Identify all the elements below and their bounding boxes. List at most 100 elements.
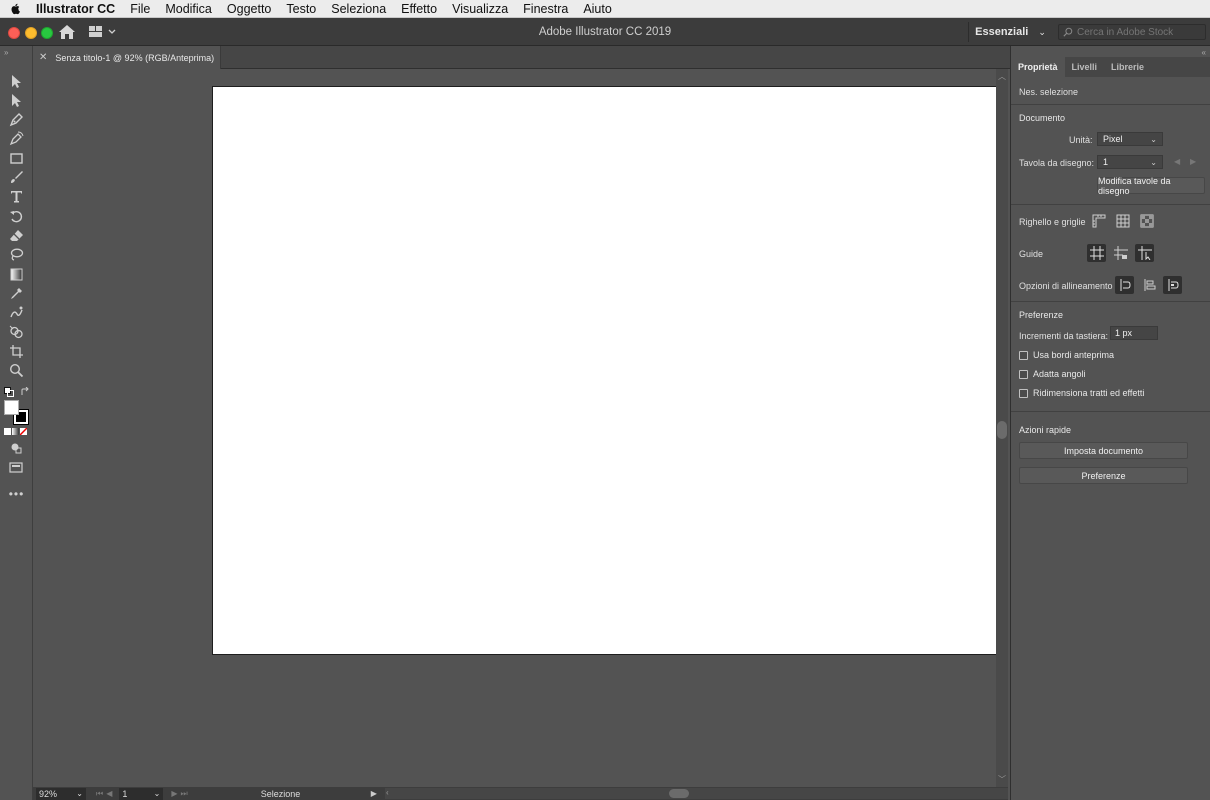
smart-guides-icon[interactable] xyxy=(1135,244,1154,262)
status-menu-arrow-icon[interactable]: ▶ xyxy=(371,789,377,798)
keyboard-increment-label: Incrementi da tastiera: xyxy=(1019,331,1109,341)
keyboard-increment-field[interactable]: 1 px xyxy=(1110,326,1158,340)
grid-icon[interactable] xyxy=(1113,212,1132,230)
more-icon: ••• xyxy=(8,487,25,501)
chevron-down-icon: ⌄ xyxy=(1150,134,1157,144)
artboard[interactable] xyxy=(212,86,996,655)
scale-strokes-effects-row[interactable]: Ridimensiona tratti ed effetti xyxy=(1019,388,1144,398)
menu-file[interactable]: File xyxy=(130,2,150,16)
artboard-number-dropdown[interactable]: 1 ⌄ xyxy=(119,787,164,800)
use-preview-bounds-row[interactable]: Usa bordi anteprima xyxy=(1019,350,1114,360)
fill-stroke-swatch[interactable] xyxy=(4,400,29,425)
color-button[interactable] xyxy=(4,428,11,435)
scroll-up-icon[interactable]: ︿ xyxy=(998,71,1006,82)
menu-finestra[interactable]: Finestra xyxy=(523,2,568,16)
scale-corners-label: Adatta angoli xyxy=(1033,369,1086,379)
scale-corners-row[interactable]: Adatta angoli xyxy=(1019,369,1086,379)
draw-normal-icon xyxy=(11,443,22,453)
type-tool[interactable] xyxy=(8,188,25,204)
vertical-scrollbar[interactable]: ︿ ﹀ xyxy=(996,69,1008,787)
horizontal-scroll-thumb[interactable] xyxy=(669,789,689,798)
menu-visualizza[interactable]: Visualizza xyxy=(452,2,508,16)
document-tab[interactable]: ✕ Senza titolo-1 @ 92% (RGB/Anteprima) xyxy=(33,46,221,69)
preferences-button[interactable]: Preferenze xyxy=(1019,467,1188,484)
close-window-button[interactable] xyxy=(8,27,20,39)
horizontal-scrollbar[interactable]: ‹ xyxy=(385,788,1008,799)
eyedropper-tool[interactable] xyxy=(8,285,25,301)
edit-artboards-button[interactable]: Modifica tavole da disegno xyxy=(1097,176,1205,196)
selection-tool[interactable] xyxy=(8,73,25,89)
artboard-tool[interactable] xyxy=(8,343,25,359)
scale-corners-checkbox[interactable] xyxy=(1019,369,1028,379)
align-to-selection-icon[interactable] xyxy=(1115,276,1134,294)
gradient-tool[interactable] xyxy=(8,266,25,282)
previous-artboard-icon[interactable]: ◀ xyxy=(1174,157,1180,166)
swap-fill-stroke-icon[interactable] xyxy=(20,386,30,396)
artboard-dropdown[interactable]: 1 ⌄ xyxy=(1097,155,1163,169)
menu-effetto[interactable]: Effetto xyxy=(401,2,437,16)
next-artboard-icon[interactable]: ▶ xyxy=(1190,157,1196,166)
next-last-artboard-icon[interactable]: ▶⏭ xyxy=(171,789,190,799)
menu-testo[interactable]: Testo xyxy=(286,2,316,16)
workspace-switcher[interactable]: Essenziali ⌄ xyxy=(968,22,1048,42)
lock-guides-icon[interactable] xyxy=(1111,244,1130,262)
units-dropdown[interactable]: Pixel ⌄ xyxy=(1097,132,1163,146)
app-title-bar: Adobe Illustrator CC 2019 Essenziali ⌄ xyxy=(0,18,1210,46)
curvature-tool[interactable] xyxy=(8,130,25,146)
zoom-window-button[interactable] xyxy=(41,27,53,39)
tab-layers[interactable]: Livelli xyxy=(1065,57,1105,77)
chevron-down-icon: ⌄ xyxy=(76,789,83,798)
transparency-grid-icon[interactable] xyxy=(1137,212,1156,230)
paintbrush-tool[interactable] xyxy=(8,169,25,185)
menu-oggetto[interactable]: Oggetto xyxy=(227,2,271,16)
quick-actions-title: Azioni rapide xyxy=(1019,425,1072,435)
close-tab-icon[interactable]: ✕ xyxy=(39,52,47,63)
rulers-icon[interactable] xyxy=(1089,212,1108,230)
arrange-documents-icon[interactable] xyxy=(88,25,118,39)
screen-mode-tool[interactable] xyxy=(8,459,25,475)
rotate-tool[interactable] xyxy=(8,208,25,224)
scroll-left-icon[interactable]: ‹ xyxy=(386,788,389,797)
zoom-level-dropdown[interactable]: 92% ⌄ xyxy=(36,787,86,800)
color-mode-buttons xyxy=(4,428,30,436)
align-to-artboard-icon[interactable] xyxy=(1163,276,1182,294)
collapse-panel-icon[interactable]: « xyxy=(1202,48,1206,57)
drawing-mode-tool[interactable] xyxy=(8,440,25,456)
home-icon[interactable] xyxy=(58,24,76,40)
gradient-button[interactable] xyxy=(12,428,19,435)
scroll-down-icon[interactable]: ﹀ xyxy=(998,774,1006,785)
tab-libraries[interactable]: Librerie xyxy=(1104,57,1151,77)
adobe-stock-search[interactable] xyxy=(1058,24,1206,40)
use-preview-bounds-checkbox[interactable] xyxy=(1019,350,1028,360)
app-menu[interactable]: Illustrator CC xyxy=(36,2,115,16)
menu-modifica[interactable]: Modifica xyxy=(165,2,212,16)
stock-search-input[interactable] xyxy=(1077,26,1197,38)
default-fill-stroke-icon[interactable] xyxy=(4,386,14,397)
document-setup-button[interactable]: Imposta documento xyxy=(1019,442,1188,459)
edit-toolbar-button[interactable]: ••• xyxy=(8,486,25,502)
pen-tool[interactable] xyxy=(8,111,25,127)
lasso-tool[interactable] xyxy=(8,246,25,262)
puppet-warp-tool[interactable] xyxy=(8,304,25,320)
align-to-key-object-icon[interactable] xyxy=(1139,276,1158,294)
tab-properties[interactable]: Proprietà xyxy=(1011,57,1065,77)
rectangle-tool[interactable] xyxy=(8,150,25,166)
menu-aiuto[interactable]: Aiuto xyxy=(583,2,612,16)
show-guides-icon[interactable] xyxy=(1087,244,1106,262)
direct-selection-tool[interactable] xyxy=(8,92,25,108)
vertical-scroll-thumb[interactable] xyxy=(997,421,1007,439)
canvas-area[interactable] xyxy=(33,69,996,787)
minimize-window-button[interactable] xyxy=(25,27,37,39)
zoom-tool[interactable] xyxy=(8,362,25,378)
rectangle-icon xyxy=(10,152,23,164)
eraser-tool[interactable] xyxy=(8,227,25,243)
apple-icon[interactable] xyxy=(9,2,23,16)
shape-builder-tool[interactable] xyxy=(8,324,25,340)
none-button[interactable] xyxy=(20,428,27,435)
collapse-panel-icon[interactable]: » xyxy=(4,48,9,57)
divider xyxy=(1011,204,1210,205)
menu-seleziona[interactable]: Seleziona xyxy=(331,2,386,16)
scale-strokes-effects-checkbox[interactable] xyxy=(1019,388,1028,398)
first-previous-artboard-icon[interactable]: ⏮◀ xyxy=(96,789,115,799)
artboard-value: 1 xyxy=(1103,157,1109,167)
